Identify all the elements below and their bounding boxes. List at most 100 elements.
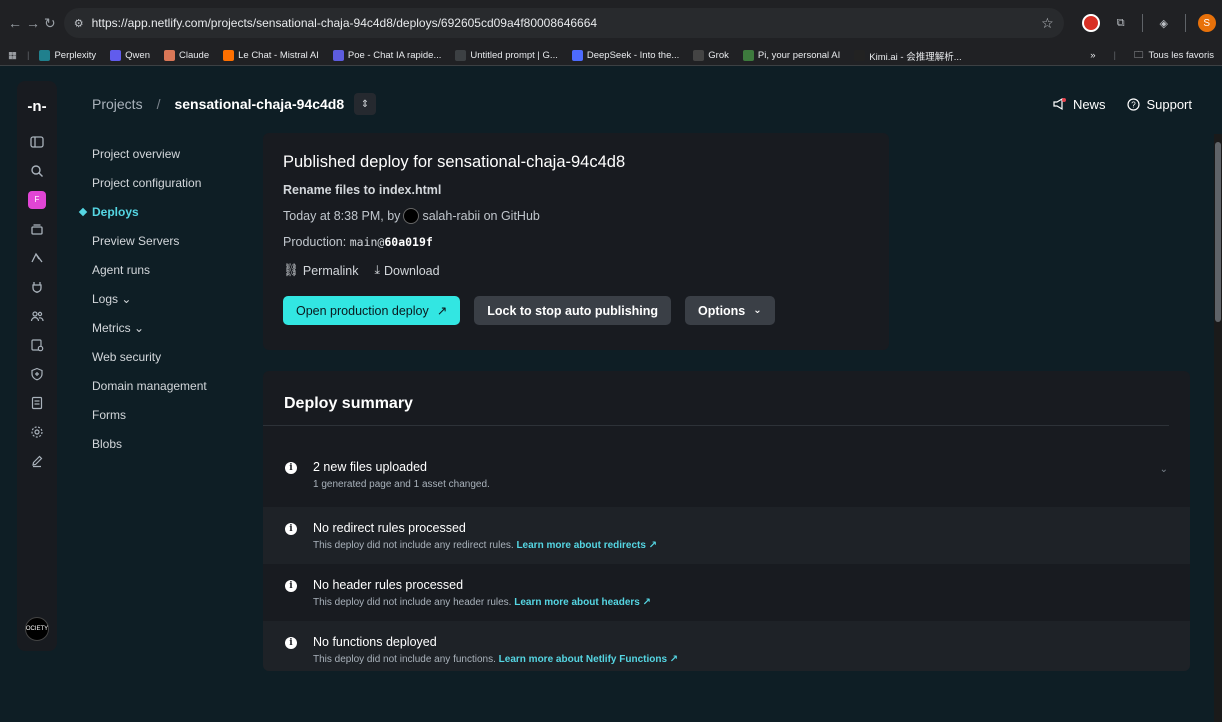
deploy-author[interactable]: salah-rabii on GitHub <box>422 209 539 223</box>
all-favorites-folder[interactable]: 🗀 Tous les favoris <box>1134 48 1214 64</box>
news-button[interactable]: News <box>1052 97 1105 112</box>
expand-chevron-icon[interactable]: ⌄ <box>1160 464 1168 475</box>
reload-icon[interactable]: ↻ <box>44 11 56 35</box>
opera-extension-icon[interactable] <box>1081 14 1100 32</box>
subnav-item[interactable]: Web security <box>92 342 252 371</box>
team-switcher[interactable]: F <box>21 185 53 214</box>
subnav-item[interactable]: Deploys <box>78 197 252 226</box>
bookmark-item[interactable]: Perplexity <box>39 49 96 63</box>
subnav-item[interactable]: Agent runs <box>92 255 252 284</box>
builds-icon[interactable] <box>21 243 53 272</box>
all-favorites-label: Tous les favoris <box>1148 50 1214 61</box>
projects-icon[interactable] <box>21 214 53 243</box>
bookmark-label: Pi, your personal AI <box>757 50 841 61</box>
user-avatar[interactable]: OCIETY <box>25 617 49 641</box>
back-icon[interactable]: ← <box>8 11 22 35</box>
subnav-item-label: Logs ⌄ <box>92 291 132 306</box>
subnav-item[interactable]: Project configuration <box>92 168 252 197</box>
extensions-icon[interactable]: ⧉ <box>1112 14 1130 32</box>
forward-icon[interactable]: → <box>26 11 40 35</box>
subnav-item-label: Project configuration <box>92 175 202 190</box>
deploy-links: ⛓ Permalink ⤓ Download <box>283 263 869 278</box>
subnav-item-label: Domain management <box>92 378 207 393</box>
summary-row[interactable]: i 2 new files uploaded 1 generated page an… <box>263 446 1190 503</box>
subnav-item[interactable]: Metrics ⌄ <box>92 313 252 342</box>
more-bookmarks-button[interactable]: » <box>1090 50 1095 61</box>
incognito-icon[interactable]: ◈ <box>1155 14 1173 32</box>
billing-icon[interactable] <box>21 388 53 417</box>
usage-icon[interactable] <box>21 330 53 359</box>
address-bar[interactable]: ⚙ https://app.netlify.com/projects/sensa… <box>63 8 1064 38</box>
bookmark-item[interactable]: Le Chat - Mistral AI <box>223 49 319 63</box>
subnav-item[interactable]: Blobs <box>92 429 252 458</box>
bookmark-favicon-icon <box>39 50 51 61</box>
breadcrumb-projects[interactable]: Projects <box>92 96 143 112</box>
bookmark-label: Poe - Chat IA rapide... <box>347 50 442 61</box>
learn-more-link[interactable]: Learn more about headers <box>514 597 640 608</box>
subnav-item[interactable]: Preview Servers <box>92 226 252 255</box>
subnav-item-label: Preview Servers <box>92 233 180 248</box>
bookmark-star-icon[interactable]: ☆ <box>1041 15 1054 32</box>
search-icon[interactable] <box>21 156 53 185</box>
lock-label: Lock to stop auto publishing <box>487 303 659 318</box>
learn-more-link[interactable]: Learn more about redirects <box>516 540 645 551</box>
members-icon[interactable] <box>21 301 53 330</box>
summary-row: i No redirect rules processed This deploy … <box>263 507 1190 564</box>
subnav-item-label: Deploys <box>92 204 139 219</box>
bookmark-label: Claude <box>179 50 210 61</box>
bookmarks-bar: ▦ | Perplexity Qwen Claude Le Chat - Mistra… <box>0 46 1222 66</box>
bookmark-item[interactable]: Kimi.ai - 会推理解析... <box>854 49 962 63</box>
support-button[interactable]: ? Support <box>1127 97 1192 112</box>
page-scrollbar[interactable] <box>1214 134 1222 722</box>
bookmark-label: Le Chat - Mistral AI <box>238 50 319 61</box>
project-switcher-icon[interactable]: ⇕ <box>354 93 377 115</box>
bookmark-label: Qwen <box>125 50 150 61</box>
open-production-deploy-button[interactable]: Open production deploy ↗ <box>283 296 461 325</box>
subnav-item-label: Blobs <box>92 436 123 451</box>
settings-gear-icon[interactable] <box>21 417 53 446</box>
profile-avatar[interactable]: S <box>1197 14 1216 32</box>
bookmark-favicon-icon <box>164 50 175 61</box>
bookmark-item[interactable]: Claude <box>164 49 209 63</box>
breadcrumb-project-name[interactable]: sensational-chaja-94c4d8 <box>174 96 344 112</box>
security-shield-icon[interactable] <box>21 359 53 388</box>
commit-sha[interactable]: 60a019f <box>384 235 432 249</box>
permalink-label: Permalink <box>302 263 359 278</box>
options-label: Options <box>698 303 746 318</box>
subnav-item-label: Project overview <box>92 146 181 161</box>
bookmark-item[interactable]: Pi, your personal AI <box>742 49 841 63</box>
download-label: Download <box>383 263 440 278</box>
subnav-item[interactable]: Forms <box>92 400 252 429</box>
deploy-summary-title: Deploy summary <box>263 371 1169 426</box>
summary-row: i No header rules processed This deploy di… <box>263 564 1190 621</box>
scrollbar-thumb[interactable] <box>1215 142 1221 322</box>
site-info-icon[interactable]: ⚙ <box>74 17 84 30</box>
sidebar-toggle-icon[interactable] <box>21 127 53 156</box>
toolbar-divider <box>1141 14 1143 32</box>
bookmark-item[interactable]: Grok <box>693 49 729 63</box>
global-nav-rail: -n- F OCIETY <box>17 81 57 651</box>
download-link[interactable]: ⤓ Download <box>374 263 439 278</box>
bookmark-item[interactable]: Untitled prompt | G... <box>455 49 558 63</box>
bookmark-item[interactable]: DeepSeek - Into the... <box>571 49 680 63</box>
deploy-actions: Open production deploy ↗ Lock to stop au… <box>283 296 869 325</box>
lock-auto-publishing-button[interactable]: Lock to stop auto publishing <box>474 296 672 325</box>
subnav-item[interactable]: Logs ⌄ <box>92 284 252 313</box>
subnav-item-label: Web security <box>92 349 162 364</box>
subnav-item[interactable]: Project overview <box>92 139 252 168</box>
apps-grid-icon[interactable]: ▦ <box>8 50 17 61</box>
edit-pencil-icon[interactable] <box>21 446 53 475</box>
subnav-item[interactable]: Domain management <box>92 371 252 400</box>
extensions-plug-icon[interactable] <box>21 272 53 301</box>
netlify-logo[interactable]: -n- <box>27 91 46 121</box>
permalink-link[interactable]: ⛓ Permalink <box>283 263 358 278</box>
bookmark-item[interactable]: Poe - Chat IA rapide... <box>332 49 442 63</box>
bookmark-favicon-icon <box>223 50 235 61</box>
bookmark-label: DeepSeek - Into the... <box>586 50 680 61</box>
summary-row: i No functions deployed This deploy did no… <box>263 621 1190 671</box>
subnav-item-label: Forms <box>92 407 126 422</box>
bookmark-item[interactable]: Qwen <box>110 49 150 63</box>
learn-more-link[interactable]: Learn more about Netlify Functions <box>499 654 667 665</box>
folder-icon: 🗀 <box>1134 49 1144 61</box>
options-dropdown-button[interactable]: Options ⌄ <box>685 296 775 325</box>
